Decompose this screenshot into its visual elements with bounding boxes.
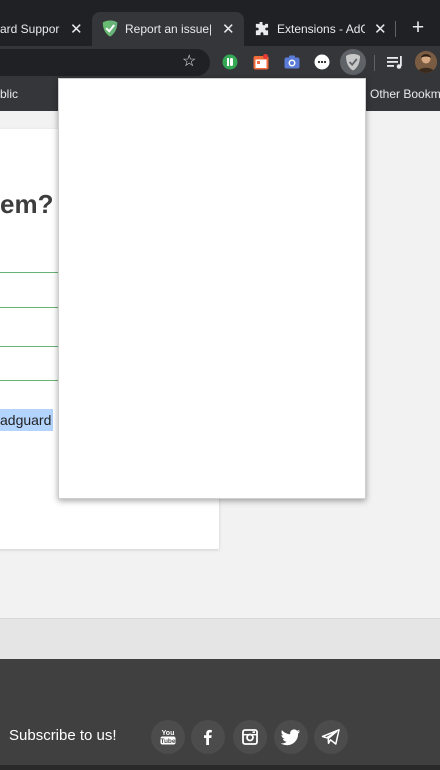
subscribe-label: Subscribe to us!	[9, 727, 117, 744]
page-band	[0, 618, 440, 659]
profile-avatar[interactable]	[415, 51, 437, 73]
extension-calendar-icon[interactable]	[253, 54, 269, 70]
facebook-icon[interactable]	[191, 720, 225, 754]
close-icon[interactable]: ✕	[222, 20, 235, 38]
tab-strip: ard Suppor ✕ Report an issue| ✕ Extensio…	[0, 0, 440, 46]
page-title: em?	[0, 189, 54, 219]
bookmark-item[interactable]: blic	[0, 87, 18, 101]
extension-chat-icon[interactable]	[314, 54, 330, 70]
extension-popup[interactable]	[58, 78, 366, 499]
toolbar: ☆	[0, 46, 440, 78]
toolbar-separator	[374, 55, 375, 71]
svg-text:Tube: Tube	[160, 738, 175, 745]
tab-title: Report an issue|	[125, 22, 211, 36]
tab-adguard-support[interactable]: ard Suppor ✕	[0, 12, 92, 46]
window-bottom-edge	[0, 765, 440, 770]
adguard-shield-icon	[102, 20, 118, 37]
adguard-shield-icon	[346, 54, 360, 71]
new-tab-button[interactable]: +	[406, 15, 430, 41]
tab-report-issue[interactable]: Report an issue| ✕	[92, 12, 244, 46]
profile-photo-icon	[415, 51, 437, 73]
tab-divider	[395, 21, 396, 37]
media-control-icon[interactable]	[387, 54, 404, 70]
browser-window: ard Suppor ✕ Report an issue| ✕ Extensio…	[0, 0, 440, 770]
instagram-icon[interactable]	[233, 720, 267, 754]
selected-text[interactable]: adguard	[0, 409, 54, 431]
puzzle-piece-icon	[255, 21, 269, 36]
twitter-icon[interactable]	[274, 720, 308, 754]
close-icon[interactable]: ✕	[374, 20, 387, 38]
extension-camera-icon[interactable]	[284, 54, 300, 70]
tab-extensions[interactable]: Extensions - AdG ✕	[244, 12, 394, 46]
other-bookmarks[interactable]: Other Bookm	[370, 87, 440, 101]
tab-title: Extensions - AdG	[277, 22, 365, 36]
address-bar[interactable]	[0, 49, 210, 76]
page-footer: Subscribe to us! You Tube	[0, 659, 440, 770]
youtube-icon[interactable]: You Tube	[151, 720, 185, 754]
telegram-icon[interactable]	[314, 720, 348, 754]
svg-text:You: You	[162, 730, 175, 737]
tab-title: ard Suppor	[0, 22, 60, 36]
extension-adguard-button[interactable]	[340, 49, 366, 75]
extension-green-icon[interactable]	[222, 54, 238, 70]
bookmark-star-icon[interactable]: ☆	[182, 51, 196, 71]
close-icon[interactable]: ✕	[70, 20, 83, 38]
